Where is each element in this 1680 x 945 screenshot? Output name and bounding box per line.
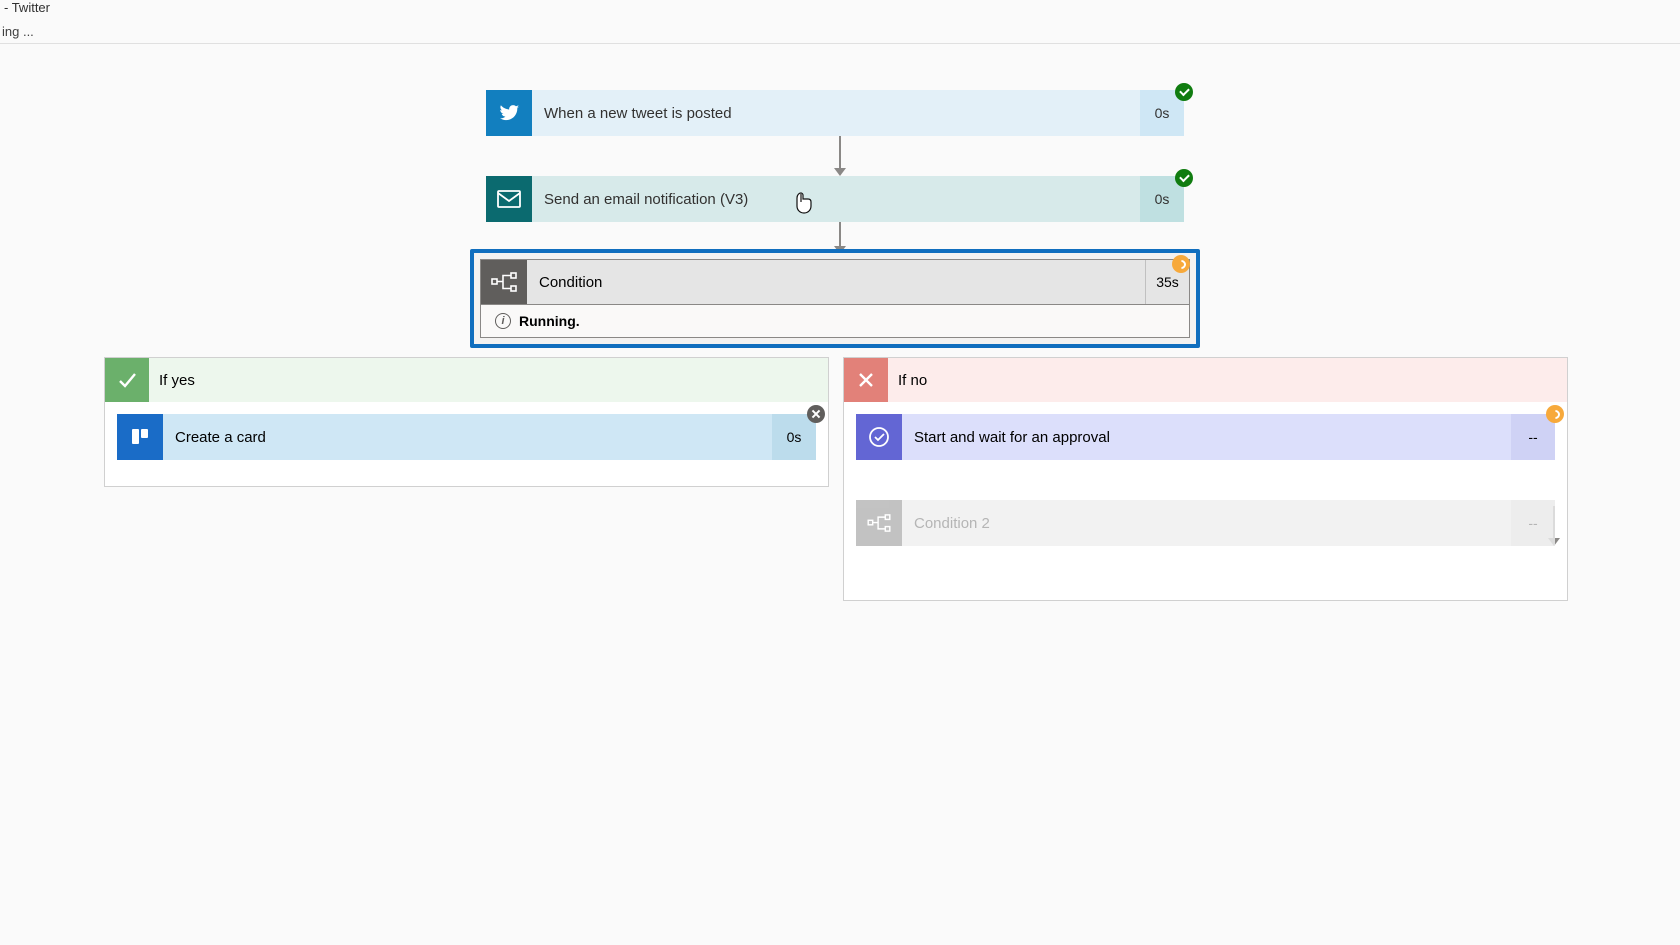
check-icon xyxy=(105,358,149,402)
mail-icon xyxy=(486,176,532,222)
condition-status-text: Running. xyxy=(519,313,580,329)
email-label: Send an email notification (V3) xyxy=(532,176,1140,222)
cross-icon xyxy=(844,358,888,402)
success-badge-icon xyxy=(1175,83,1193,101)
condition-card[interactable]: Condition 35s i Running. xyxy=(470,249,1200,348)
approval-label: Start and wait for an approval xyxy=(902,414,1511,460)
mouse-cursor-icon xyxy=(793,190,815,216)
branch-no-header: If no xyxy=(844,358,1567,402)
condition2-duration: -- xyxy=(1511,500,1555,546)
branch-no[interactable]: If no Start and wait for an approval -- … xyxy=(843,357,1568,601)
email-card[interactable]: Send an email notification (V3) 0s xyxy=(486,176,1184,222)
branch-yes-title: If yes xyxy=(149,372,205,389)
trigger-card[interactable]: When a new tweet is posted 0s xyxy=(486,90,1184,136)
info-icon: i xyxy=(495,313,511,329)
status-bar: ing ... xyxy=(0,20,1680,44)
condition-icon xyxy=(856,500,902,546)
approval-icon xyxy=(856,414,902,460)
condition2-label: Condition 2 xyxy=(902,500,1511,546)
arrow-icon xyxy=(834,136,846,176)
approval-action[interactable]: Start and wait for an approval -- xyxy=(856,414,1555,460)
condition2-action[interactable]: Condition 2 -- xyxy=(856,500,1555,546)
cancel-badge-icon xyxy=(807,405,825,423)
branch-yes[interactable]: If yes Create a card 0s xyxy=(104,357,829,487)
pending-badge-icon xyxy=(1172,255,1190,273)
status-text: ing ... xyxy=(2,24,34,39)
pending-badge-icon xyxy=(1546,405,1564,423)
condition-label: Condition xyxy=(527,260,1145,304)
branch-yes-header: If yes xyxy=(105,358,828,402)
create-card-action[interactable]: Create a card 0s xyxy=(117,414,816,460)
condition-status: i Running. xyxy=(480,305,1190,338)
twitter-icon xyxy=(486,90,532,136)
success-badge-icon xyxy=(1175,169,1193,187)
create-card-label: Create a card xyxy=(163,414,772,460)
trigger-label: When a new tweet is posted xyxy=(532,90,1140,136)
window-title: - Twitter xyxy=(0,0,1680,20)
window-title-text: - Twitter xyxy=(4,0,50,15)
trello-icon xyxy=(117,414,163,460)
condition-icon xyxy=(481,260,527,304)
branch-no-title: If no xyxy=(888,372,937,389)
